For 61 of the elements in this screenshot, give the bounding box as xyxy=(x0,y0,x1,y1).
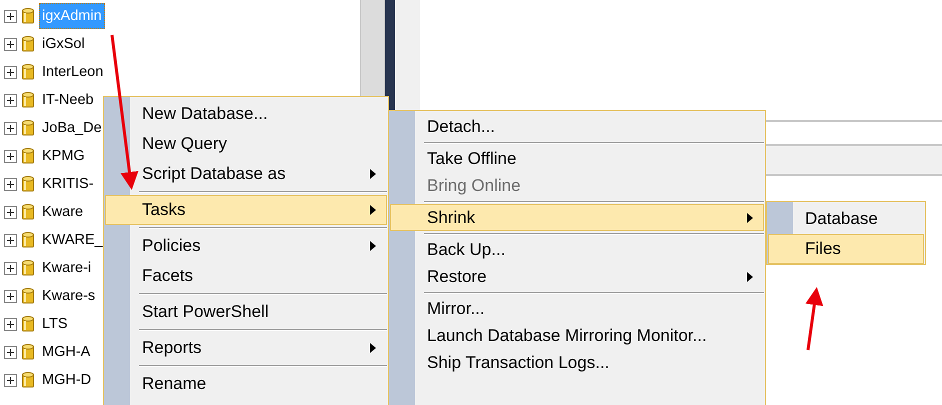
database-icon xyxy=(22,92,34,108)
menu-item[interactable]: Rename xyxy=(105,369,387,399)
database-icon xyxy=(22,120,34,136)
tree-item[interactable]: Kware-i xyxy=(39,255,94,281)
database-icon xyxy=(22,316,34,332)
tree-item[interactable]: JoBa_De xyxy=(39,115,105,141)
menu-item[interactable]: Files xyxy=(768,234,924,264)
menu-item[interactable]: Start PowerShell xyxy=(105,297,387,327)
expand-icon[interactable] xyxy=(4,346,17,358)
tree-item[interactable]: KRITIS- xyxy=(39,171,97,197)
database-icon xyxy=(22,64,34,80)
expand-icon[interactable] xyxy=(4,38,17,50)
tree-item[interactable]: Kware xyxy=(39,199,86,225)
tree-item[interactable]: InterLeon xyxy=(39,59,106,85)
tree-item[interactable]: MGH-A xyxy=(39,339,94,365)
pointer-arrow xyxy=(805,287,824,350)
database-icon xyxy=(22,176,34,192)
menu-item[interactable]: Ship Transaction Logs... xyxy=(390,349,764,376)
expand-icon[interactable] xyxy=(4,94,17,106)
menu-item[interactable]: New Query xyxy=(105,129,387,159)
database-icon xyxy=(22,36,34,52)
expand-icon[interactable] xyxy=(4,150,17,162)
tree-item[interactable]: Kware-s xyxy=(39,283,98,309)
menu-item[interactable]: Policies xyxy=(105,231,387,261)
menu-item[interactable]: Restore xyxy=(390,263,764,290)
expand-icon[interactable] xyxy=(4,10,17,22)
menu-item[interactable]: Database xyxy=(768,204,924,234)
menu-item[interactable]: Tasks xyxy=(105,195,387,225)
menu-item[interactable]: New Database... xyxy=(105,99,387,129)
tree-item[interactable]: iGxSol xyxy=(39,31,88,57)
menu-item[interactable]: Take Offline xyxy=(390,145,764,172)
expand-icon[interactable] xyxy=(4,318,17,330)
menu-item[interactable]: Reports xyxy=(105,333,387,363)
expand-icon[interactable] xyxy=(4,178,17,190)
tree-item[interactable]: MGH-D xyxy=(39,367,94,393)
database-icon xyxy=(22,288,34,304)
menu-item[interactable]: Back Up... xyxy=(390,236,764,263)
menu-item[interactable]: Script Database as xyxy=(105,159,387,189)
tree-item[interactable]: IT-Neeb xyxy=(39,87,97,113)
menu-item[interactable]: Mirror... xyxy=(390,295,764,322)
database-icon xyxy=(22,372,34,388)
database-icon xyxy=(22,344,34,360)
menu-item[interactable]: Detach... xyxy=(390,113,764,140)
tree-item[interactable]: KWARE_ xyxy=(39,227,106,253)
expand-icon[interactable] xyxy=(4,234,17,246)
menu-item[interactable]: Launch Database Mirroring Monitor... xyxy=(390,322,764,349)
expand-icon[interactable] xyxy=(4,374,17,386)
menu-item[interactable]: Shrink xyxy=(390,204,764,231)
menu-item[interactable]: Facets xyxy=(105,261,387,291)
expand-icon[interactable] xyxy=(4,66,17,78)
expand-icon[interactable] xyxy=(4,290,17,302)
expand-icon[interactable] xyxy=(4,206,17,218)
database-icon xyxy=(22,8,34,24)
expand-icon[interactable] xyxy=(4,122,17,134)
database-icon xyxy=(22,204,34,220)
expand-icon[interactable] xyxy=(4,262,17,274)
database-icon xyxy=(22,260,34,276)
tree-item[interactable]: KPMG xyxy=(39,143,88,169)
tree-item[interactable]: LTS xyxy=(39,311,71,337)
database-icon xyxy=(22,148,34,164)
database-icon xyxy=(22,232,34,248)
